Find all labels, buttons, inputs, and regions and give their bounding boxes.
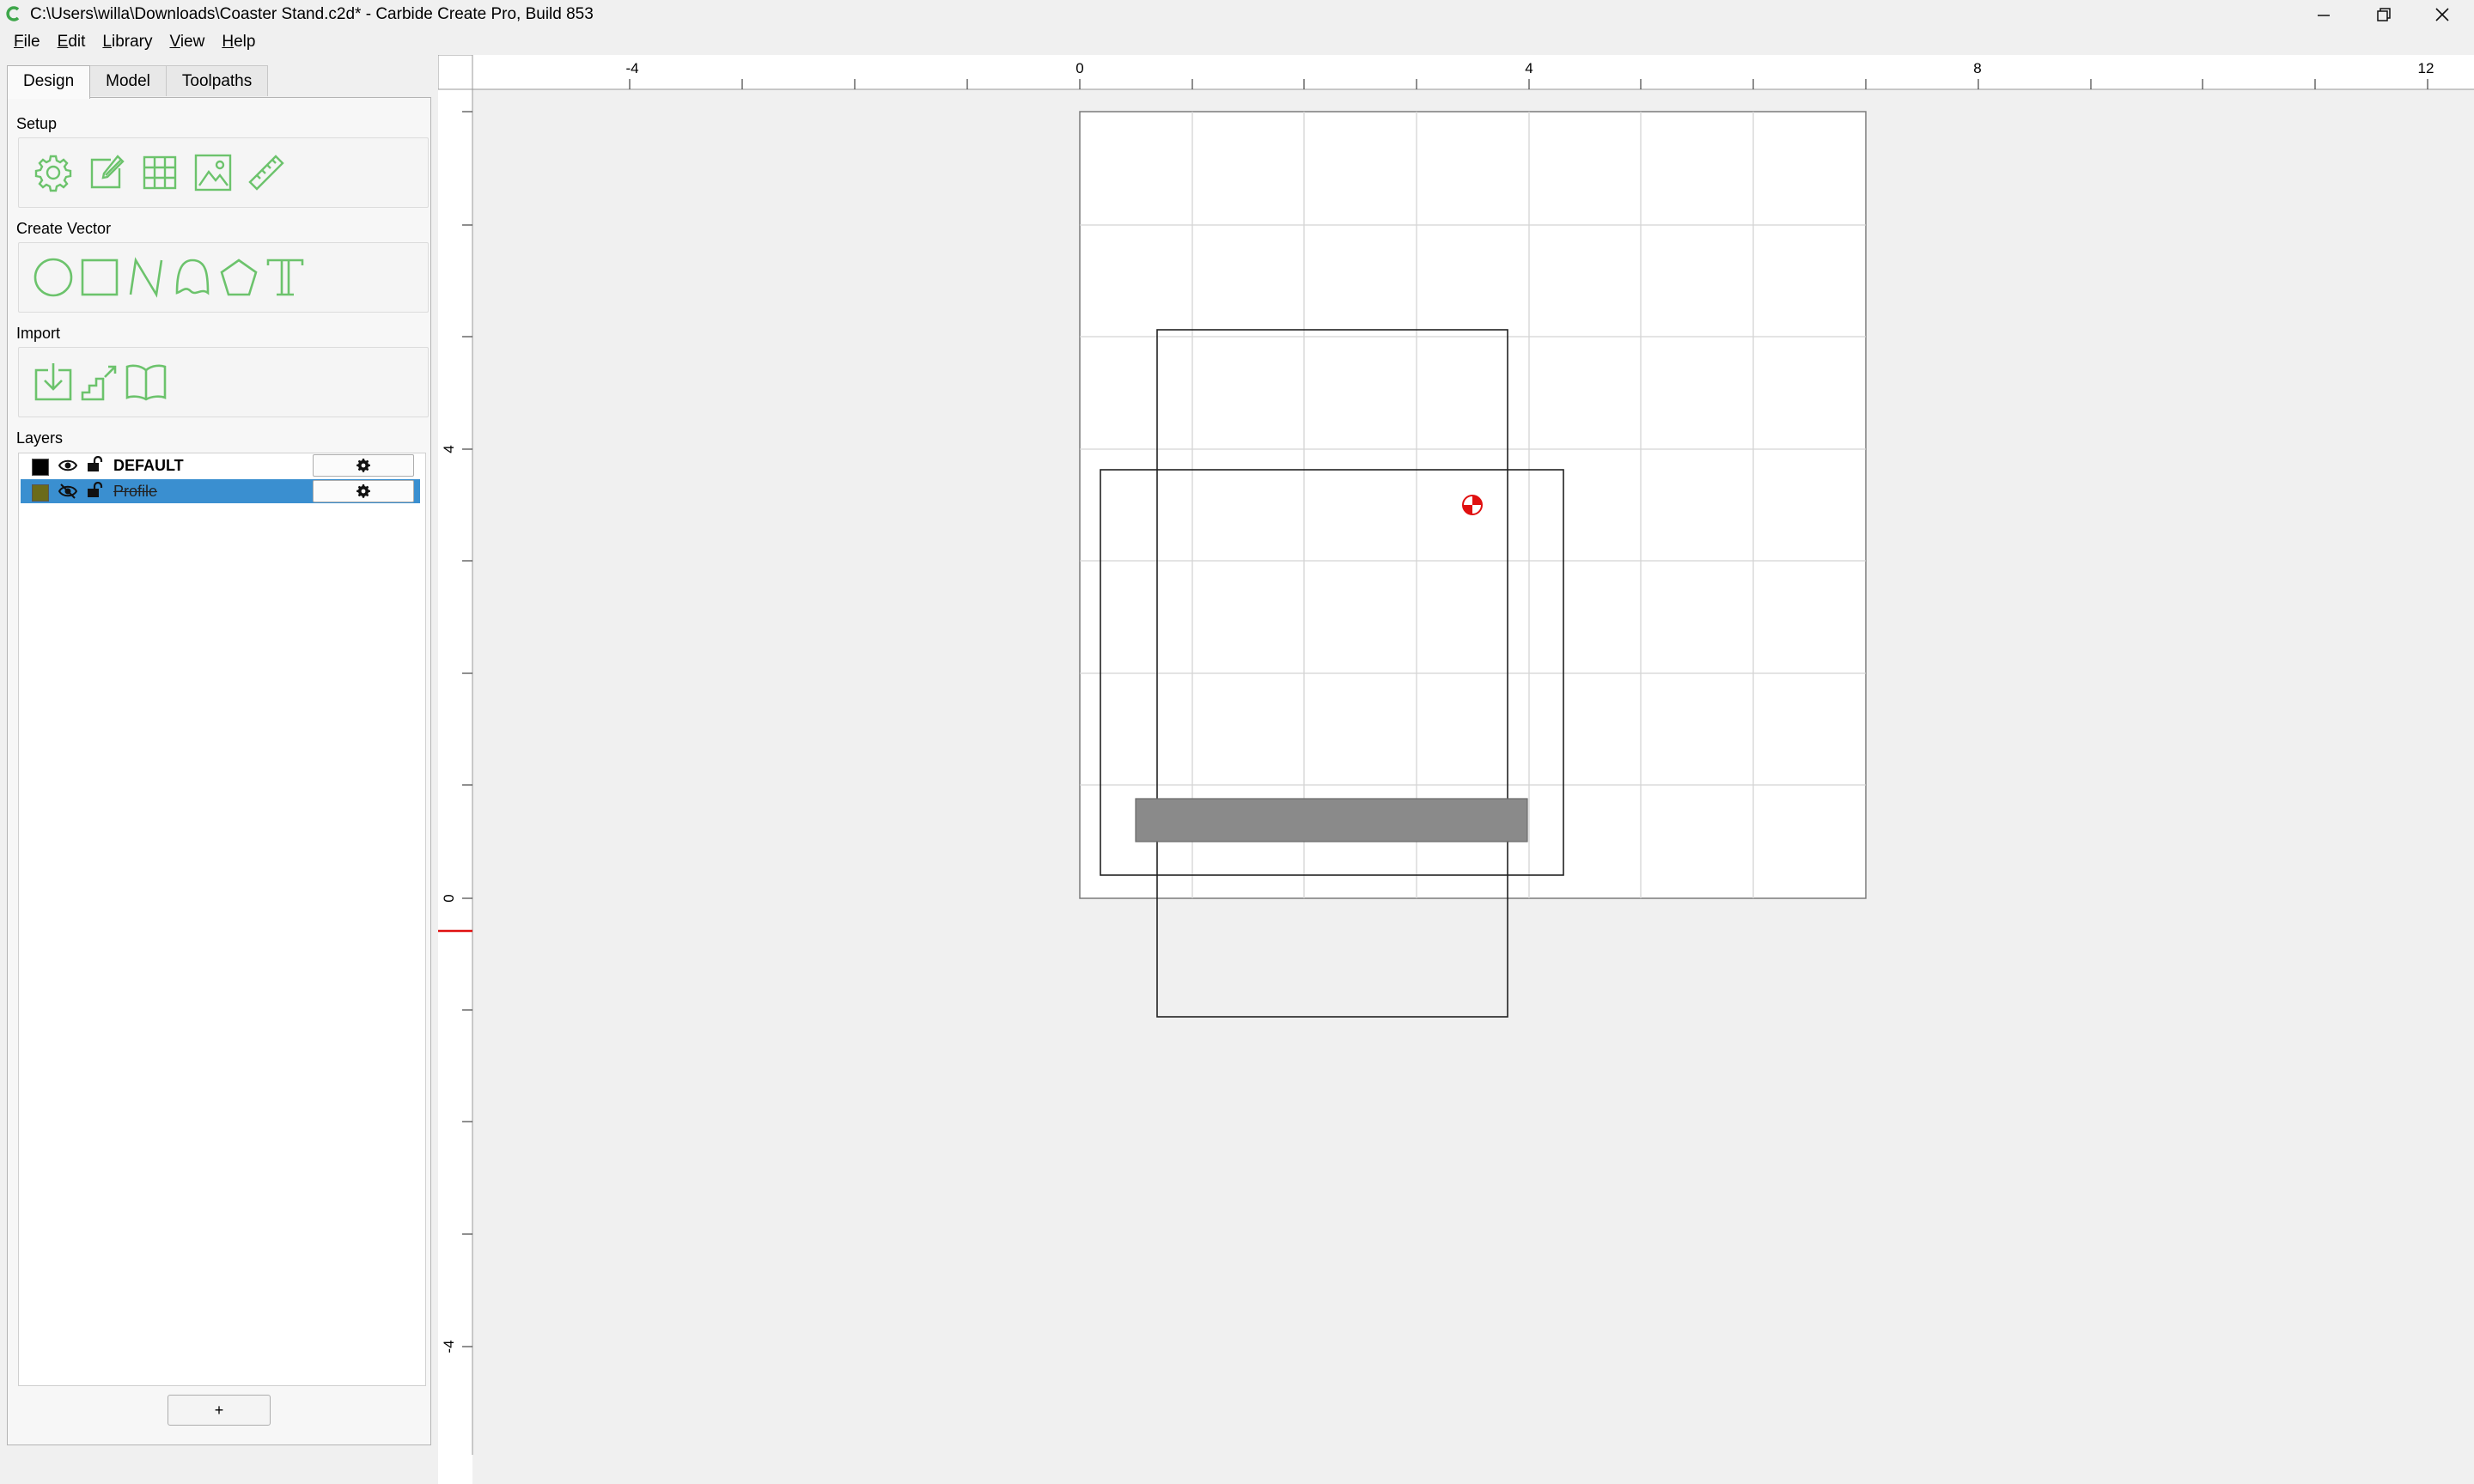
- ruler-left-label: -4: [441, 1340, 457, 1353]
- design-panel: Setup Create Vector Import Layers DEFAUL…: [7, 97, 431, 1445]
- measure-button[interactable]: [244, 150, 289, 195]
- ruler-top-label: 8: [1973, 60, 1981, 76]
- layer-color-swatch[interactable]: [32, 459, 49, 476]
- menu-help-accel: H: [222, 33, 235, 51]
- window-title: C:\Users\willa\Downloads\Coaster Stand.c…: [30, 5, 594, 23]
- menu-help-label: elp: [234, 33, 256, 51]
- setup-label: Setup: [16, 115, 58, 132]
- image-icon: [194, 154, 232, 192]
- mode-tabs: Design Model Toolpaths: [7, 65, 269, 99]
- tab-toolpaths[interactable]: Toolpaths: [165, 65, 269, 96]
- ruler-left: 4 0 -4: [438, 89, 473, 1484]
- eye-hidden-icon[interactable]: [58, 484, 77, 499]
- layer-settings-button[interactable]: [313, 480, 414, 502]
- menu-file[interactable]: File: [5, 29, 49, 55]
- menu-view-label: iew: [180, 33, 205, 51]
- layer-settings-button[interactable]: [313, 454, 414, 477]
- ruler-icon: [248, 155, 284, 191]
- ruler-top-label: 4: [1525, 60, 1533, 76]
- add-layer-button[interactable]: +: [168, 1395, 271, 1426]
- zero-point-icon[interactable]: [1462, 495, 1483, 515]
- create-vector-toolbox: [18, 242, 429, 313]
- gear-icon: [34, 155, 72, 192]
- gear-icon: [356, 459, 370, 472]
- menu-view[interactable]: View: [161, 29, 213, 55]
- library-button[interactable]: [124, 360, 168, 404]
- layers-label: Layers: [16, 429, 64, 447]
- rectangle-icon: [81, 258, 119, 296]
- menu-file-label: ile: [23, 33, 40, 51]
- menu-edit-label: dit: [68, 33, 86, 51]
- menu-file-accel: F: [14, 33, 24, 51]
- carbide-logo-icon: [6, 6, 20, 21]
- edit-icon: [90, 155, 125, 189]
- restore-button[interactable]: [2354, 0, 2414, 29]
- ruler-top-label: 0: [1076, 60, 1083, 76]
- setup-toolbox: [18, 137, 429, 208]
- canvas-drawing[interactable]: -4 0 4 8 12 4 0 -4: [438, 55, 2474, 1484]
- tab-model[interactable]: Model: [89, 65, 167, 96]
- import-toolbox: [18, 347, 429, 417]
- menu-edit[interactable]: Edit: [49, 29, 94, 55]
- close-icon: [2435, 8, 2449, 21]
- menu-library-accel: L: [102, 33, 112, 51]
- restore-icon: [2377, 8, 2391, 21]
- layer-name: DEFAULT: [113, 457, 184, 474]
- import-3d-icon: [81, 365, 117, 401]
- layer-row-default[interactable]: DEFAULT: [21, 453, 420, 477]
- ruler-left-label: 0: [441, 894, 457, 902]
- unlock-icon[interactable]: [87, 482, 104, 499]
- design-canvas[interactable]: -4 0 4 8 12 4 0 -4: [438, 55, 2474, 1484]
- circle-tool-button[interactable]: [31, 255, 76, 300]
- polyline-tool-button[interactable]: [124, 255, 168, 300]
- curve-tool-button[interactable]: [170, 255, 215, 300]
- menu-library[interactable]: Library: [94, 29, 161, 55]
- grid-button[interactable]: [137, 150, 182, 195]
- ruler-corner: [438, 55, 473, 90]
- text-icon: [266, 258, 304, 296]
- tab-design[interactable]: Design: [7, 65, 91, 99]
- circle-icon: [34, 258, 73, 297]
- polyline-icon: [129, 257, 163, 298]
- layer-color-swatch[interactable]: [32, 484, 49, 502]
- ruler-left-label: 4: [441, 445, 457, 453]
- minimize-icon: [2318, 15, 2330, 16]
- rectangle-tool-button[interactable]: [77, 255, 122, 300]
- import-icon: [34, 363, 72, 401]
- eye-icon[interactable]: [58, 458, 77, 473]
- import-label: Import: [16, 325, 61, 342]
- menu-help[interactable]: Help: [213, 29, 264, 55]
- ruler-top-label: 12: [2418, 60, 2434, 76]
- curve-icon: [175, 258, 210, 295]
- layer-name: Profile: [113, 483, 158, 500]
- menu-edit-accel: E: [57, 33, 69, 51]
- ruler-top-label: -4: [625, 60, 638, 76]
- title-bar: C:\Users\willa\Downloads\Coaster Stand.c…: [0, 0, 2474, 29]
- ruler-top: -4 0 4 8 12: [438, 55, 2474, 90]
- close-button[interactable]: [2412, 0, 2472, 29]
- polygon-icon: [220, 258, 258, 296]
- background-image-button[interactable]: [191, 150, 235, 195]
- menu-bar: File Edit Library View Help: [0, 29, 2474, 55]
- gear-icon: [356, 484, 370, 498]
- job-setup-button[interactable]: [31, 150, 76, 195]
- layer-row-profile[interactable]: Profile: [21, 479, 420, 503]
- polygon-tool-button[interactable]: [216, 255, 261, 300]
- grid-icon: [143, 155, 177, 190]
- layers-list: DEFAULT Profile: [18, 453, 426, 1386]
- create-vector-label: Create Vector: [16, 220, 112, 237]
- vector-slot[interactable]: [1135, 798, 1528, 842]
- import-vectors-button[interactable]: [31, 360, 76, 404]
- unlock-icon[interactable]: [87, 456, 104, 473]
- menu-library-label: ibrary: [111, 33, 153, 51]
- library-icon: [125, 364, 167, 401]
- menu-view-accel: V: [169, 33, 180, 51]
- minimize-button[interactable]: [2294, 0, 2354, 29]
- import-3d-button[interactable]: [77, 360, 122, 404]
- text-tool-button[interactable]: [263, 255, 308, 300]
- edit-button[interactable]: [84, 150, 129, 195]
